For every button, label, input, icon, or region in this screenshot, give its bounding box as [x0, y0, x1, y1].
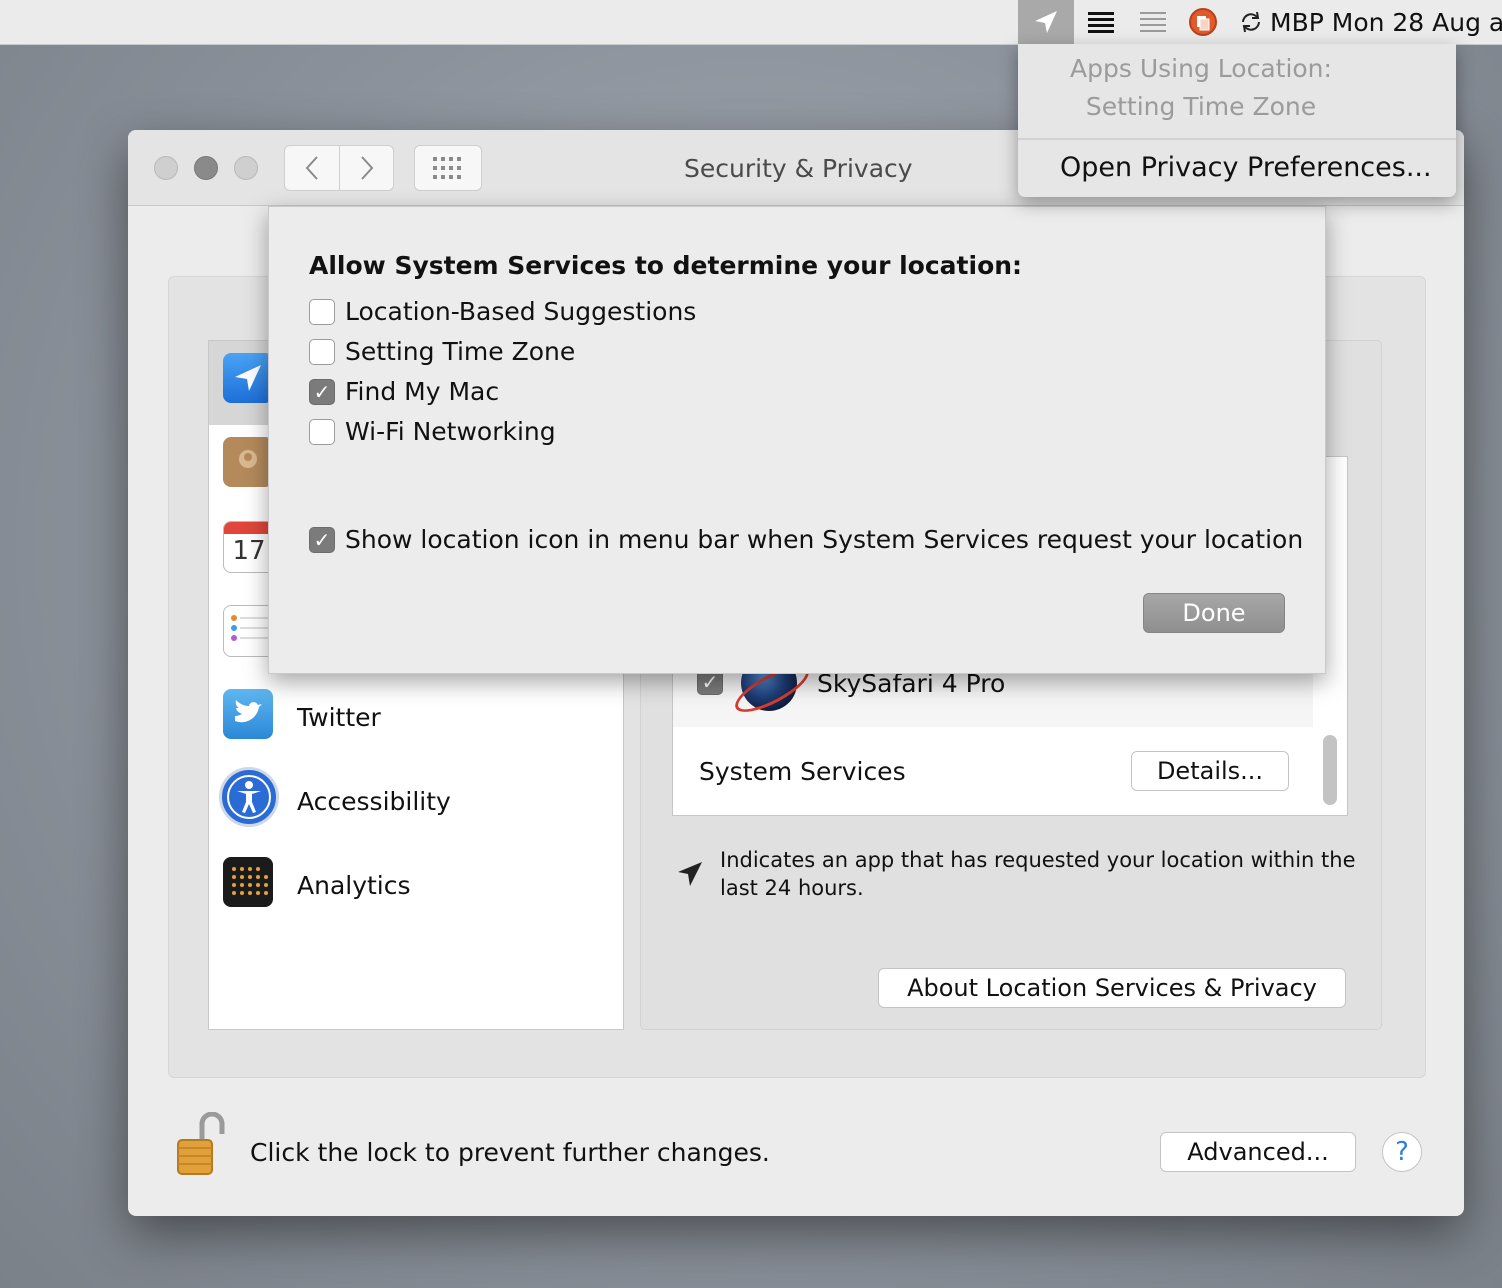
- contacts-icon: [223, 437, 273, 487]
- advanced-button[interactable]: Advanced...: [1160, 1132, 1356, 1172]
- list-scrollbar[interactable]: [1323, 735, 1337, 805]
- chevron-right-icon: [360, 156, 373, 180]
- sheet-heading: Allow System Services to determine your …: [309, 251, 1023, 280]
- accessibility-icon: [219, 767, 279, 827]
- checkbox-checked[interactable]: ✓: [309, 527, 335, 553]
- text-list-light-menu-icon[interactable]: [1138, 0, 1168, 44]
- lock-status-text: Click the lock to prevent further change…: [250, 1138, 770, 1167]
- sidebar-item-label: Analytics: [297, 871, 411, 900]
- back-button[interactable]: [284, 145, 340, 191]
- checkbox-checked[interactable]: ✓: [309, 379, 335, 405]
- system-services-sheet: Allow System Services to determine your …: [268, 206, 1326, 674]
- window-title: Security & Privacy: [684, 154, 913, 183]
- minimize-button[interactable]: [194, 156, 218, 180]
- checkbox[interactable]: [309, 419, 335, 445]
- option-label: Location-Based Suggestions: [345, 297, 697, 326]
- text-list-menu-icon[interactable]: [1086, 0, 1116, 44]
- close-button[interactable]: [154, 156, 178, 180]
- checkbox[interactable]: [309, 339, 335, 365]
- system-services-label: System Services: [699, 757, 906, 786]
- checkbox[interactable]: [309, 299, 335, 325]
- location-services-dropdown: Apps Using Location: Setting Time Zone O…: [1018, 44, 1456, 197]
- option-label: Find My Mac: [345, 377, 500, 406]
- menu-separator: [1018, 138, 1456, 140]
- grid-icon: [433, 157, 461, 179]
- menu-header-app-name: Setting Time Zone: [1085, 92, 1317, 121]
- sync-icon[interactable]: [1238, 0, 1264, 44]
- sidebar-item-label: Twitter: [297, 703, 381, 732]
- menu-header-apps-using-location: Apps Using Location:: [1070, 54, 1332, 83]
- location-arrow-icon: [223, 353, 273, 403]
- menu-bar-clock[interactable]: MBP Mon 28 Aug at: [1270, 0, 1502, 44]
- done-button[interactable]: Done: [1143, 593, 1285, 633]
- analytics-icon: [223, 857, 273, 907]
- app-status-menu-icon[interactable]: [1186, 0, 1220, 44]
- menu-bar: MBP Mon 28 Aug at: [0, 0, 1502, 45]
- open-privacy-preferences-item[interactable]: Open Privacy Preferences...: [1060, 152, 1432, 183]
- sidebar-item-twitter[interactable]: Twitter: [209, 677, 623, 761]
- location-arrow-icon: [676, 860, 704, 892]
- zoom-button[interactable]: [234, 156, 258, 180]
- sidebar-item-label: Accessibility: [297, 787, 451, 816]
- details-button[interactable]: Details...: [1131, 751, 1289, 791]
- sidebar-item-analytics[interactable]: Analytics: [209, 845, 623, 929]
- option-label: Wi-Fi Networking: [345, 417, 556, 446]
- forward-button[interactable]: [340, 145, 394, 191]
- option-label: Show location icon in menu bar when Syst…: [345, 525, 1304, 554]
- twitter-icon: [223, 689, 273, 739]
- location-indicator-note: Indicates an app that has requested your…: [720, 848, 1356, 900]
- option-label: Setting Time Zone: [345, 337, 576, 366]
- sidebar-item-accessibility[interactable]: Accessibility: [209, 761, 623, 845]
- help-button[interactable]: ?: [1382, 1132, 1422, 1172]
- show-all-button[interactable]: [414, 145, 482, 191]
- unlocked-padlock-icon[interactable]: [176, 1111, 228, 1182]
- about-location-services-button[interactable]: About Location Services & Privacy: [878, 968, 1346, 1008]
- chevron-left-icon: [305, 156, 318, 180]
- location-services-menu-icon[interactable]: [1018, 0, 1074, 44]
